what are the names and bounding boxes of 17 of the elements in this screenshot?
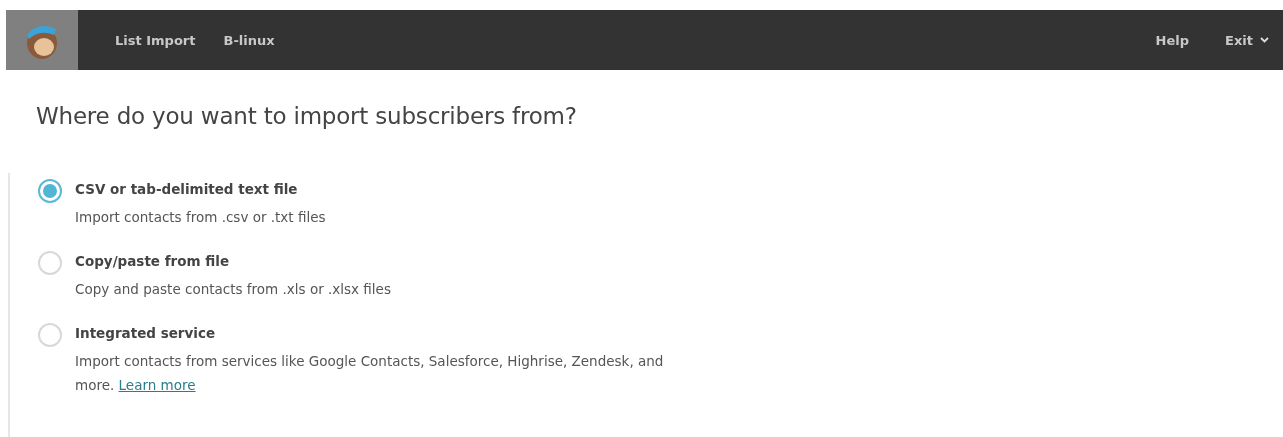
learn-more-link[interactable]: Learn more <box>118 377 196 393</box>
exit-menu[interactable]: Exit <box>1225 32 1269 48</box>
radio-button[interactable] <box>38 179 62 203</box>
radio-button[interactable] <box>38 323 62 347</box>
help-link[interactable]: Help <box>1155 32 1190 48</box>
option-description: Import contacts from services like Google Contacts, Salesforce, Highrise, Zendesk, and more. Learn more <box>75 352 665 395</box>
option-title: Integrated service <box>75 325 217 341</box>
caret-icon <box>1260 37 1269 43</box>
option-description: Copy and paste contacts from .xls or .xlsx files <box>75 280 391 299</box>
nav-link[interactable]: List Import <box>115 32 196 48</box>
option-title: CSV or tab-delimited text file <box>75 181 299 197</box>
page-heading: Where do you want to import subscribers from? <box>36 103 578 129</box>
option-title: Copy/paste from file <box>75 253 231 269</box>
radio-button[interactable] <box>38 251 62 275</box>
nav-link[interactable]: B-linux <box>223 32 275 48</box>
logo-button[interactable] <box>6 10 78 70</box>
option-description: Import contacts from .csv or .txt files <box>75 208 326 227</box>
